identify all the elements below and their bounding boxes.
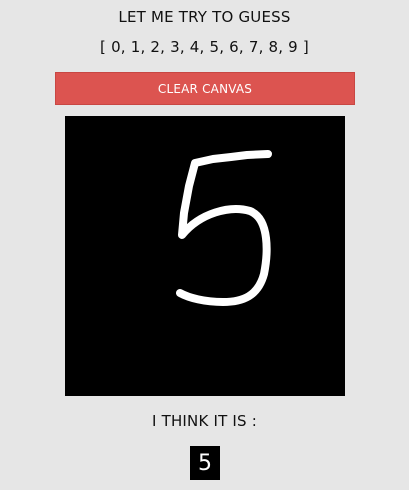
prediction-label: I THINK IT IS : (151, 412, 257, 430)
prediction-value: 5 (190, 446, 220, 480)
clear-canvas-button[interactable]: CLEAR CANVAS (55, 72, 355, 105)
handwritten-digit-five (176, 150, 272, 306)
prediction-digit: 5 (198, 450, 212, 476)
clear-canvas-label: CLEAR CANVAS (157, 81, 253, 96)
drawing-canvas[interactable] (65, 116, 345, 396)
page-title: LET ME TRY TO GUESS (118, 8, 291, 26)
digit-options: [ 0, 1, 2, 3, 4, 5, 6, 7, 8, 9 ] (100, 38, 309, 56)
